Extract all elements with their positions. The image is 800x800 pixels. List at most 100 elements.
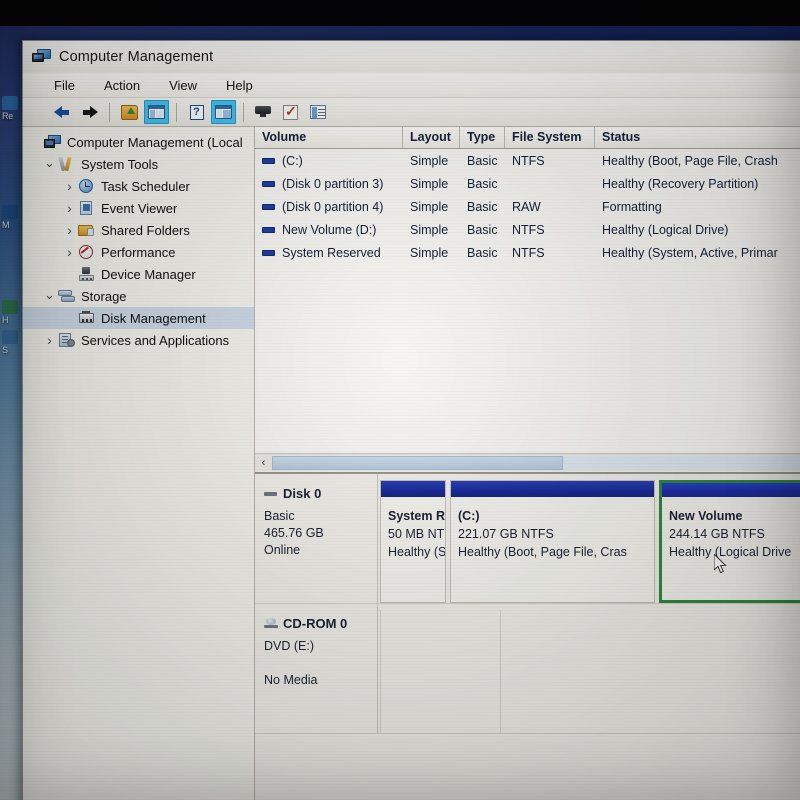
disk-management-pane: Volume Layout Type File System Status (C…: [255, 127, 800, 800]
device-icon: [78, 267, 96, 282]
partition-text: (C:)221.07 GB NTFSHealthy (Boot, Page Fi…: [451, 498, 654, 561]
cell-layout: Simple: [403, 246, 460, 260]
column-header-file-system[interactable]: File System: [505, 127, 595, 148]
chevron-down-icon[interactable]: ⌄: [41, 156, 58, 173]
show-hide-console-tree-icon[interactable]: [144, 100, 169, 124]
partition-status: Healthy (Boot, Page File, Cras: [458, 543, 654, 561]
volume-name: (C:): [282, 154, 303, 168]
chevron-right-icon[interactable]: ›: [61, 201, 78, 215]
scroll-left-icon[interactable]: ‹: [255, 455, 272, 471]
cell-volume: System Reserved: [255, 246, 403, 260]
chevron-right-icon[interactable]: ›: [61, 223, 78, 237]
volume-name: (Disk 0 partition 3): [282, 177, 383, 191]
console-tree[interactable]: Computer Management (Local⌄System Tools›…: [23, 127, 255, 800]
partition-box[interactable]: (C:)221.07 GB NTFSHealthy (Boot, Page Fi…: [450, 480, 655, 603]
tree-item-disk-management[interactable]: Disk Management: [23, 307, 254, 329]
disk-graphical-view: Disk 0Basic465.76 GBOnlineSystem Reserve…: [255, 472, 800, 800]
properties-icon[interactable]: [305, 100, 330, 124]
tree-item-task-scheduler[interactable]: ›Task Scheduler: [23, 175, 254, 197]
tree-item-shared-folders[interactable]: ›Shared Folders: [23, 219, 254, 241]
disk-icon: [78, 311, 96, 326]
partition-name: (C:): [458, 507, 654, 525]
cell-layout: Simple: [403, 177, 460, 191]
tree-item-storage[interactable]: ⌄Storage: [23, 285, 254, 307]
cell-fs: NTFS: [505, 154, 595, 168]
partition-box[interactable]: New Volume244.14 GB NTFSHealthy (Logical…: [659, 480, 800, 603]
partition-name: New Volume: [669, 507, 800, 525]
menu-action[interactable]: Action: [101, 77, 143, 94]
show-hide-action-pane-icon[interactable]: [211, 100, 236, 124]
tools-icon: [58, 157, 76, 172]
disk-info[interactable]: CD-ROM 0DVD (E:) No Media: [255, 604, 378, 733]
window-title: Computer Management: [59, 49, 213, 65]
partition-box[interactable]: System Reserved50 MB NTFSHealthy (System…: [380, 480, 446, 603]
cell-volume: (C:): [255, 154, 403, 168]
volume-list-view[interactable]: Volume Layout Type File System Status (C…: [255, 127, 800, 471]
volume-list-horizontal-scrollbar[interactable]: ‹: [255, 453, 800, 471]
volume-icon: [262, 250, 275, 256]
cell-status: Formatting: [595, 200, 800, 214]
disk-detail-line: Online: [264, 542, 377, 559]
partition-text: New Volume244.14 GB NTFSHealthy (Logical…: [662, 498, 800, 561]
disk-detail-line: [264, 655, 377, 672]
cdrom-icon: [264, 618, 278, 630]
volume-name: New Volume (D:): [282, 223, 376, 237]
tree-item-computer-management-local[interactable]: Computer Management (Local: [23, 131, 254, 153]
help-icon[interactable]: ?: [184, 100, 209, 124]
cell-volume: (Disk 0 partition 3): [255, 177, 403, 191]
volume-name: (Disk 0 partition 4): [282, 200, 383, 214]
tree-item-system-tools[interactable]: ⌄System Tools: [23, 153, 254, 175]
tree-item-services-and-applications[interactable]: › Services and Applications: [23, 329, 254, 351]
desktop-icon-label: Re: [2, 111, 13, 121]
scrollbar-track[interactable]: [272, 456, 800, 470]
volume-list-rows: (C:)SimpleBasicNTFSHealthy (Boot, Page F…: [255, 149, 800, 264]
forward-arrow-icon[interactable]: [77, 100, 102, 124]
chevron-right-icon[interactable]: ›: [61, 179, 78, 193]
volume-row[interactable]: New Volume (D:)SimpleBasicNTFSHealthy (L…: [255, 218, 800, 241]
volume-row[interactable]: (Disk 0 partition 3)SimpleBasicHealthy (…: [255, 172, 800, 195]
chevron-right-icon[interactable]: ›: [61, 245, 78, 259]
partition-usage-bar: [662, 483, 800, 498]
desktop-icon-glyph: [2, 205, 18, 219]
chevron-down-icon[interactable]: ⌄: [41, 288, 58, 305]
tree-item-label: Disk Management: [101, 311, 206, 326]
desktop-icon-label: S: [2, 345, 8, 355]
window-content: Computer Management (Local⌄System Tools›…: [23, 127, 800, 800]
partition-status: Healthy (Logical Drive: [669, 543, 800, 561]
back-arrow-icon[interactable]: [50, 100, 75, 124]
volume-row[interactable]: (Disk 0 partition 4)SimpleBasicRAWFormat…: [255, 195, 800, 218]
cell-status: Healthy (Logical Drive): [595, 223, 800, 237]
tree-item-performance[interactable]: ›Performance: [23, 241, 254, 263]
event-icon: [78, 201, 96, 216]
volume-row[interactable]: System ReservedSimpleBasicNTFSHealthy (S…: [255, 241, 800, 264]
disk-info[interactable]: Disk 0Basic465.76 GBOnline: [255, 474, 378, 603]
volume-icon: [262, 158, 275, 164]
tree-item-label: Services and Applications: [81, 333, 229, 348]
menu-view[interactable]: View: [166, 77, 200, 94]
up-one-level-icon[interactable]: [117, 100, 142, 124]
toolbar-separator-2: [176, 103, 177, 122]
column-header-volume[interactable]: Volume: [255, 127, 403, 148]
disk-detail-line: Basic: [264, 508, 377, 525]
remote-desktop-icon[interactable]: [251, 100, 276, 124]
column-header-type[interactable]: Type: [460, 127, 505, 148]
toolbar-separator-1: [109, 103, 110, 122]
scrollbar-thumb[interactable]: [272, 456, 563, 470]
refresh-icon[interactable]: [278, 100, 303, 124]
column-header-layout[interactable]: Layout: [403, 127, 460, 148]
chevron-right-icon[interactable]: ›: [41, 333, 58, 347]
disk-row: CD-ROM 0DVD (E:) No Media: [255, 604, 800, 734]
cell-volume: (Disk 0 partition 4): [255, 200, 403, 214]
tree-item-event-viewer[interactable]: ›Event Viewer: [23, 197, 254, 219]
menu-help[interactable]: Help: [223, 77, 256, 94]
tree-item-device-manager[interactable]: Device Manager: [23, 263, 254, 285]
cell-status: Healthy (System, Active, Primar: [595, 246, 800, 260]
cdrom-empty-area: [500, 610, 800, 733]
partition-usage-bar: [451, 481, 654, 498]
volume-list-header[interactable]: Volume Layout Type File System Status: [255, 127, 800, 149]
desktop-icon-label: H: [2, 315, 8, 325]
volume-row[interactable]: (C:)SimpleBasicNTFSHealthy (Boot, Page F…: [255, 149, 800, 172]
column-header-status[interactable]: Status: [595, 127, 800, 148]
desktop-icon-label: M: [2, 220, 9, 230]
menu-file[interactable]: File: [51, 77, 78, 94]
